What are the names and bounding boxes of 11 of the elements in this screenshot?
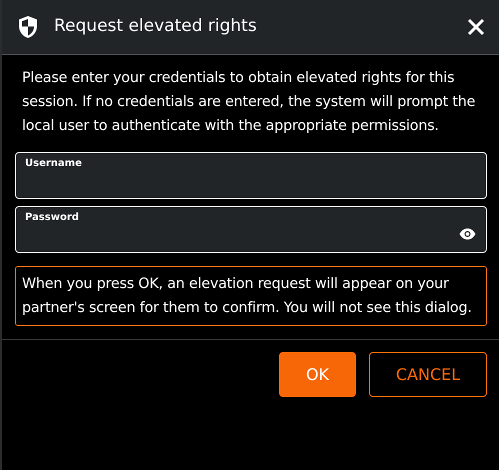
shield-icon	[18, 15, 38, 39]
password-field[interactable]: Password	[15, 206, 487, 253]
show-password-icon[interactable]	[459, 228, 476, 240]
instructions-text: Please enter your credentials to obtain elevated rights for this session. If no credentials are entered, the system will prompt the local user to authenticate with the appropriate permissions.	[22, 69, 476, 136]
username-field[interactable]: Username	[15, 152, 487, 199]
field-label: Username	[25, 157, 82, 171]
close-button[interactable]	[467, 18, 485, 36]
window-title: Request elevated rights	[54, 15, 258, 38]
field-label: Password	[25, 211, 79, 225]
cancel-button[interactable]: CANCEL	[369, 352, 487, 397]
notice-box: When you press OK, an elevation request will appear on your partner's screen for them to confirm. You will not see this dialog.	[15, 266, 487, 326]
